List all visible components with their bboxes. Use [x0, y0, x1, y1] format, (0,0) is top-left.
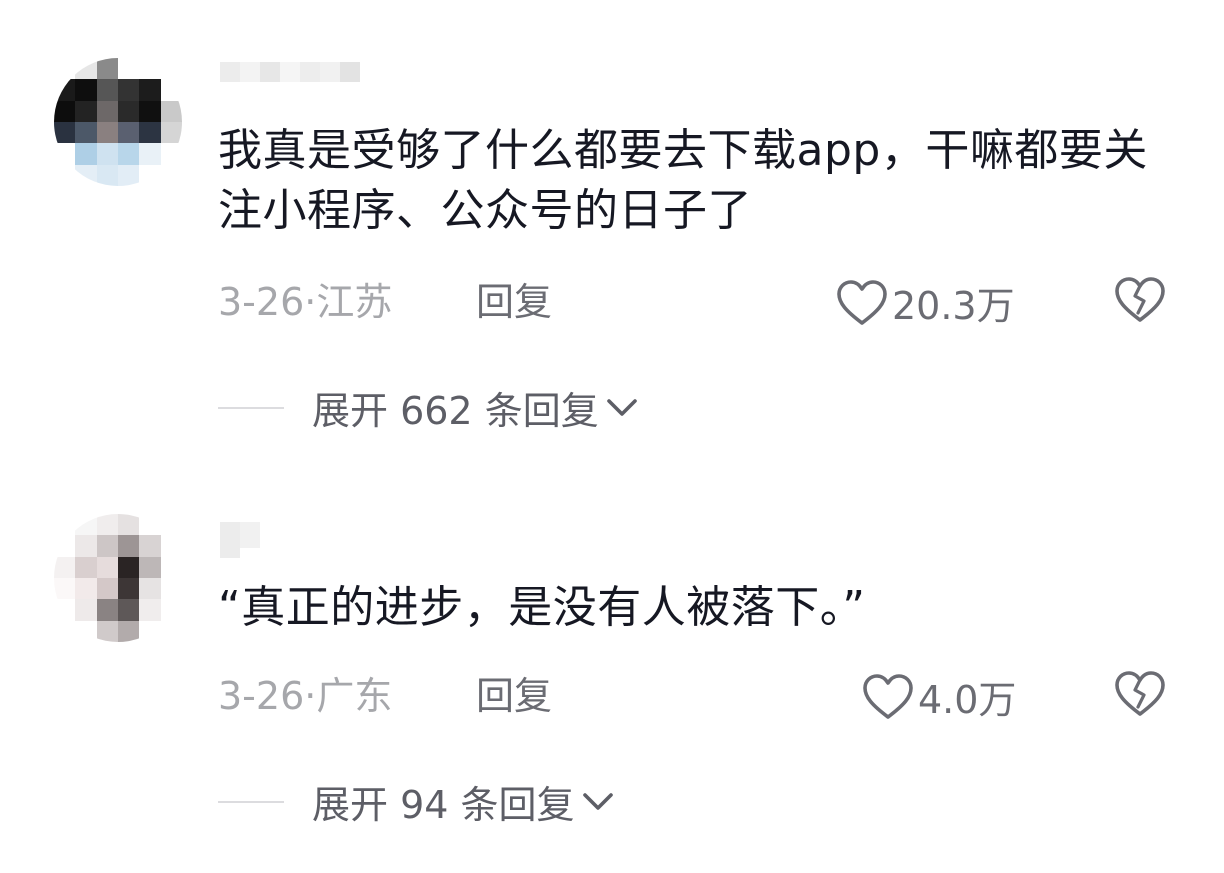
heart-icon [863, 673, 913, 719]
expand-replies-button[interactable]: 展开 94 条回复 [218, 774, 615, 829]
reply-button[interactable]: 回复 [476, 665, 552, 720]
expand-replies-label: 展开 94 条回复 [312, 783, 575, 827]
broken-heart-icon [1115, 277, 1165, 322]
like-count: 20.3万 [892, 284, 1015, 328]
like-button[interactable]: 4.0万 [862, 669, 1016, 724]
dislike-button[interactable] [1113, 670, 1167, 722]
like-count: 4.0万 [918, 678, 1017, 722]
dislike-button[interactable] [1113, 276, 1167, 328]
comment-meta: 3-26·广东 回复 [218, 662, 1224, 722]
comment-meta: 3-26·江苏 回复 [218, 268, 1224, 328]
comment-text: “真正的进步，是没有人被落下。” [218, 582, 866, 633]
divider-line [218, 406, 284, 409]
chevron-down-icon [606, 398, 637, 416]
chevron-down-icon [582, 792, 613, 810]
expand-replies-button[interactable]: 展开 662 条回复 [218, 380, 639, 435]
expand-replies-label: 展开 662 条回复 [312, 389, 599, 433]
avatar[interactable] [54, 514, 182, 642]
reply-button[interactable]: 回复 [476, 271, 552, 326]
like-button[interactable]: 20.3万 [836, 275, 1015, 330]
divider-line [218, 800, 284, 803]
username-blurred[interactable] [220, 522, 260, 558]
avatar[interactable] [54, 58, 182, 186]
comment-item: “真正的进步，是没有人被落下。” 3-26·广东 回复 4.0万 展开 94 条… [0, 470, 1224, 873]
comment-date-location: 3-26·江苏 [218, 279, 393, 324]
comment-text: 我真是受够了什么都要去下载app，干嘛都要关注小程序、公众号的日子了 [218, 125, 1148, 236]
broken-heart-icon [1115, 671, 1165, 716]
comment-date-location: 3-26·广东 [218, 673, 393, 718]
comment-item: 我真是受够了什么都要去下载app，干嘛都要关注小程序、公众号的日子了 3-26·… [0, 0, 1224, 470]
username-blurred[interactable] [220, 62, 360, 82]
heart-icon [837, 279, 887, 325]
